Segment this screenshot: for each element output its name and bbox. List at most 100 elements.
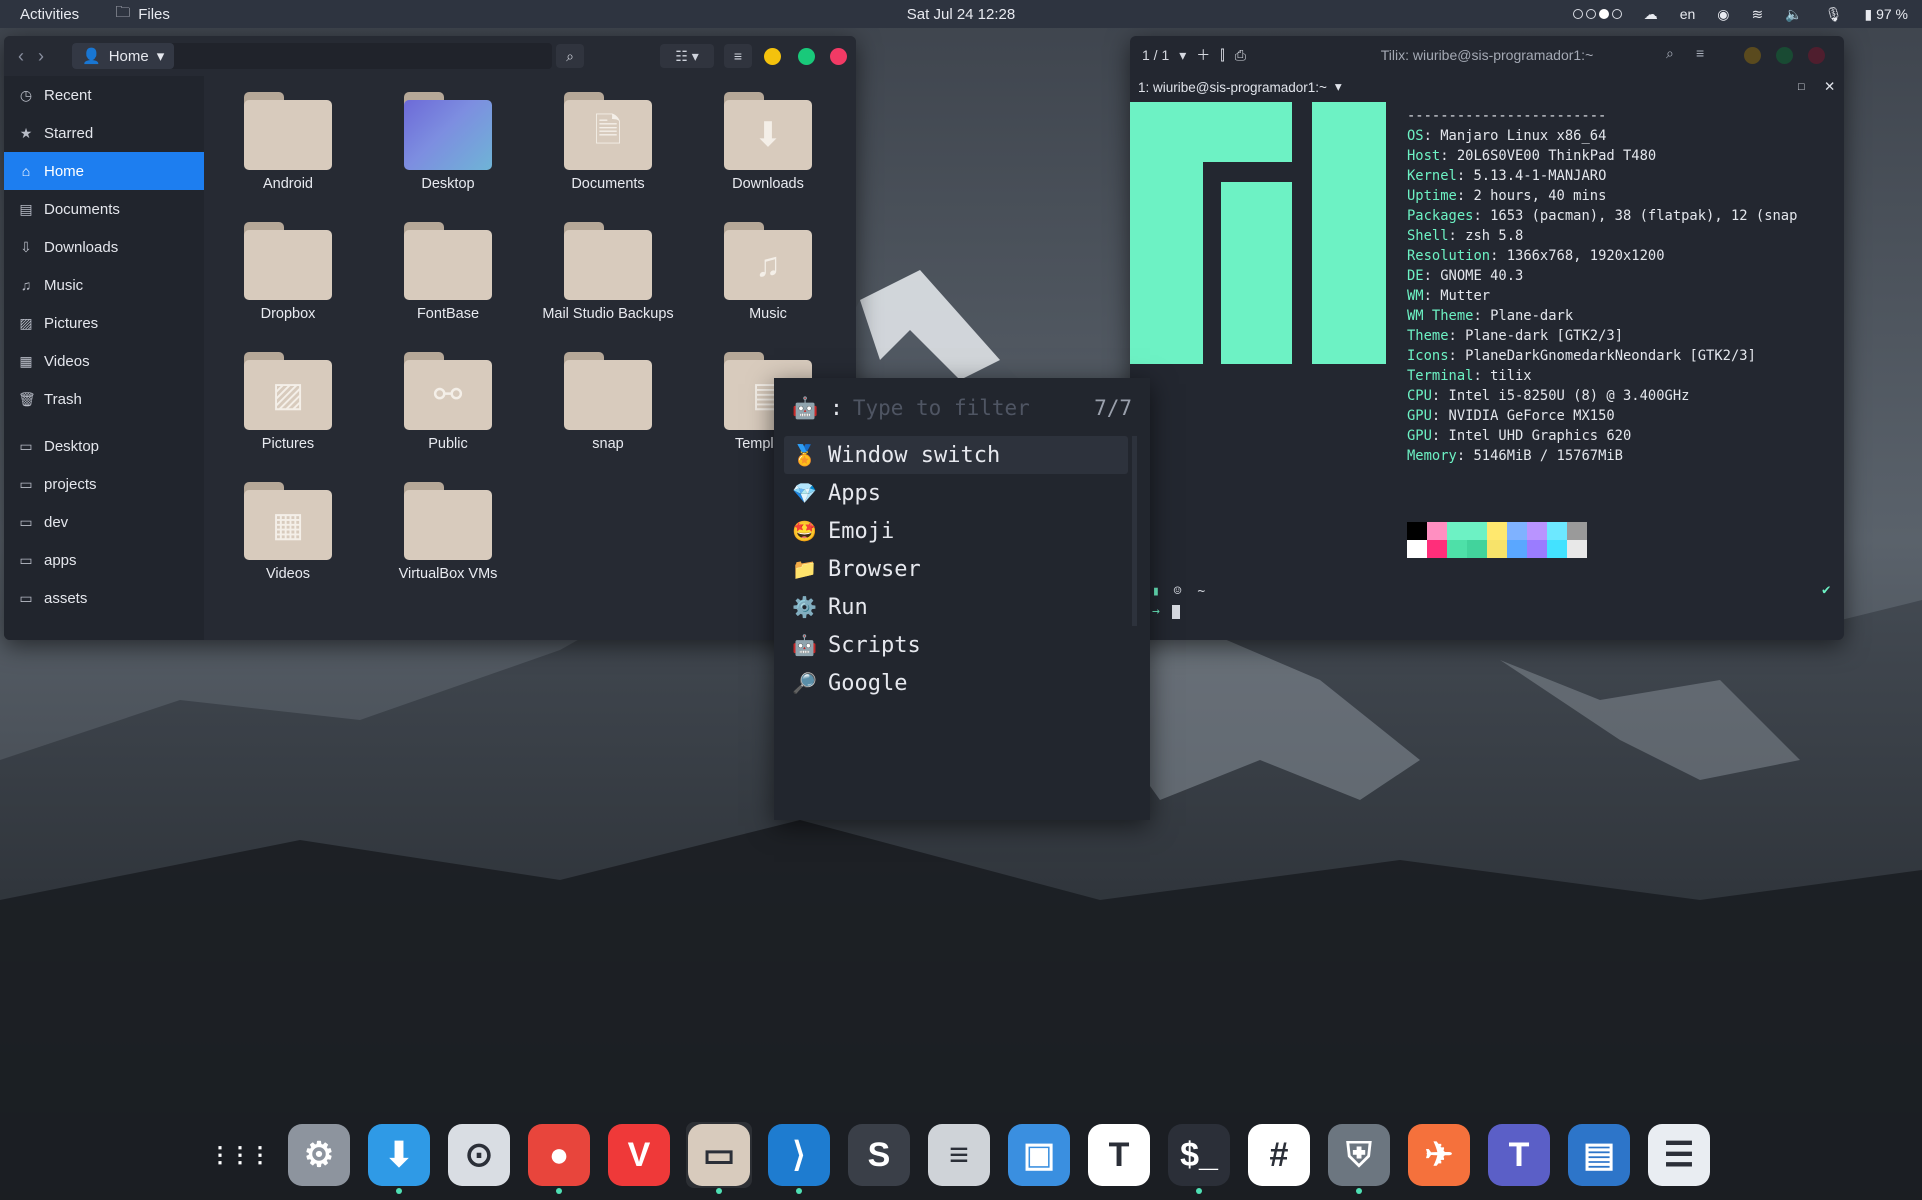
minimize-button[interactable] — [764, 48, 781, 65]
weather-icon[interactable]: ☁ — [1644, 6, 1658, 23]
dock-app-chrome[interactable]: ● — [526, 1122, 592, 1194]
mode-item[interactable]: ⚙️ Run — [784, 588, 1128, 626]
dock-app-virtualbox[interactable]: ▤ — [1566, 1122, 1632, 1188]
terminal-output[interactable]: ------------------------ OS: Manjaro Linu… — [1130, 102, 1844, 640]
sidebar-item-documents[interactable]: ▤ Documents — [4, 190, 204, 228]
sidebar-item-desktop[interactable]: ▭ Desktop — [4, 427, 204, 465]
info-value: Plane-dark — [1490, 308, 1574, 324]
volume-icon[interactable]: 🔈 — [1785, 6, 1802, 23]
mode-item[interactable]: 💎 Apps — [784, 474, 1128, 512]
forward-arrow-icon[interactable]: › — [38, 46, 44, 67]
split-right-icon[interactable]: ⫿ — [1220, 47, 1224, 64]
mode-item[interactable]: 📁 Browser — [784, 550, 1128, 588]
activities-button[interactable]: Activities — [0, 6, 97, 23]
dock-app-tweaks[interactable]: ⊙ — [446, 1122, 512, 1188]
clock[interactable]: Sat Jul 24 12:28 — [907, 6, 1015, 23]
dock-app-screenshot[interactable]: ▣ — [1006, 1122, 1072, 1188]
workspace-indicator[interactable] — [1572, 9, 1622, 19]
path-bar[interactable]: 👤 Home ▾ — [72, 43, 552, 69]
palette-swatch — [1527, 522, 1547, 540]
sidebar-item-apps[interactable]: ▭ apps — [4, 541, 204, 579]
keyboard-layout[interactable]: en — [1680, 6, 1696, 22]
folder-item[interactable]: Mail Studio Backups — [528, 222, 688, 322]
sidebar-item-trash[interactable]: 🗑 Trash — [4, 380, 204, 418]
dock-app-text-editor[interactable]: ≡ — [926, 1122, 992, 1188]
microphone-icon[interactable]: 🎙 — [1825, 6, 1843, 23]
sidebar-item-downloads[interactable]: ⇩ Downloads — [4, 228, 204, 266]
dock-app-s-app[interactable]: S — [846, 1122, 912, 1188]
minimize-button[interactable] — [1744, 47, 1761, 64]
session-count[interactable]: 1 / 1 — [1142, 47, 1169, 63]
dock-app-terminal[interactable]: $_ — [1166, 1122, 1232, 1194]
folder-icon: ♫ — [724, 222, 812, 300]
search-button[interactable]: ⌕ — [556, 44, 584, 68]
battery-level: 97 % — [1876, 5, 1908, 22]
sidebar-item-starred[interactable]: ★ Starred — [4, 114, 204, 152]
chevron-down-icon[interactable]: ▾ — [1179, 47, 1186, 64]
hamburger-icon[interactable]: ≡ — [1696, 45, 1704, 61]
sidebar-item-label: Music — [44, 276, 84, 294]
folder-item[interactable]: FontBase — [368, 222, 528, 322]
sidebar-item-assets[interactable]: ▭ assets — [4, 579, 204, 617]
filter-input[interactable]: 🤖 : Type to filter 7/7 — [792, 392, 1132, 424]
dock-app-slack[interactable]: # — [1246, 1122, 1312, 1188]
battery[interactable]: ▮ 97 % — [1864, 6, 1908, 23]
folder-item[interactable]: ⚯ Public — [368, 352, 528, 452]
back-arrow-icon[interactable]: ‹ — [18, 46, 24, 67]
dock-app-software-installer[interactable]: ⬇ — [366, 1122, 432, 1194]
dock-app-vscode[interactable]: ⟩ — [766, 1122, 832, 1194]
mode-item[interactable]: 🤩 Emoji — [784, 512, 1128, 550]
folder-item[interactable]: VirtualBox VMs — [368, 482, 528, 582]
dock-app-teams[interactable]: T — [1486, 1122, 1552, 1188]
dock-app-files[interactable]: ▭ — [686, 1122, 752, 1194]
dock-app-show-apps[interactable]: ⋮⋮⋮ — [206, 1122, 272, 1188]
sidebar-item-recent[interactable]: ◷ Recent — [4, 76, 204, 114]
sidebar-item-projects[interactable]: ▭ projects — [4, 465, 204, 503]
path-home-button[interactable]: 👤 Home ▾ — [72, 43, 175, 69]
folder-item[interactable]: ♫ Music — [688, 222, 848, 322]
folder-item[interactable]: ▨ Pictures — [208, 352, 368, 452]
folder-item[interactable]: Desktop — [368, 92, 528, 192]
close-button[interactable] — [830, 48, 847, 65]
dock-app-settings[interactable]: ⚙ — [286, 1122, 352, 1188]
maximize-terminal-icon[interactable]: □ — [1798, 81, 1805, 93]
palette-swatch — [1447, 522, 1467, 540]
sidebar-item-home[interactable]: ⌂ Home — [4, 152, 204, 190]
folder-item[interactable]: Dropbox — [208, 222, 368, 322]
mode-item[interactable]: 🏅 Window switch — [784, 436, 1128, 474]
folder-item[interactable]: ▦ Videos — [208, 482, 368, 582]
folder-item[interactable]: Android — [208, 92, 368, 192]
close-terminal-icon[interactable]: ✕ — [1824, 79, 1835, 95]
mode-item[interactable]: 🤖 Scripts — [784, 626, 1128, 664]
dock-app-postman[interactable]: ✈ — [1406, 1122, 1472, 1188]
dock-app-vivaldi[interactable]: V — [606, 1122, 672, 1188]
terminal-session-title[interactable]: 1: wiuribe@sis-programador1:~ — [1138, 80, 1327, 95]
folder-item[interactable]: 🗎 Documents — [528, 92, 688, 192]
close-button[interactable] — [1808, 47, 1825, 64]
split-down-icon[interactable]: ⎙ — [1235, 47, 1246, 64]
folder-item[interactable]: snap — [528, 352, 688, 452]
location-icon[interactable]: ◉ — [1717, 6, 1729, 23]
wifi-icon[interactable]: ≋ — [1752, 6, 1764, 23]
add-session-icon[interactable]: ＋ — [1196, 45, 1210, 65]
search-icon[interactable]: ⌕ — [1666, 45, 1674, 62]
main-menu-button[interactable]: ≡ — [724, 44, 752, 68]
document-icon: ▤ — [19, 200, 33, 217]
chevron-down-icon[interactable]: ▾ — [1335, 79, 1342, 95]
folder-item[interactable]: ⬇ Downloads — [688, 92, 848, 192]
maximize-button[interactable] — [798, 48, 815, 65]
scrollbar[interactable] — [1132, 436, 1137, 626]
dock-app-forms[interactable]: ☰ — [1646, 1122, 1712, 1188]
sidebar-item-pictures[interactable]: ▨ Pictures — [4, 304, 204, 342]
dock: ⋮⋮⋮ ⚙ ⬇ ⊙ ● V ▭ ⟩ S ≡ ▣ T $_ # ⛨ ✈ T ▤ ☰ — [206, 1110, 1716, 1200]
maximize-button[interactable] — [1776, 47, 1793, 64]
sidebar-item-music[interactable]: ♫ Music — [4, 266, 204, 304]
sidebar-item-videos[interactable]: ▦ Videos — [4, 342, 204, 380]
info-key: Icons — [1407, 348, 1449, 364]
dock-app-typora[interactable]: T — [1086, 1122, 1152, 1188]
dock-app-bitwarden[interactable]: ⛨ — [1326, 1122, 1392, 1194]
mode-item[interactable]: 🔎 Google — [784, 664, 1128, 702]
sidebar-item-dev[interactable]: ▭ dev — [4, 503, 204, 541]
view-options-button[interactable]: ☷ ▾ — [660, 44, 714, 68]
app-menu[interactable]: 🗀 Files — [97, 2, 170, 27]
